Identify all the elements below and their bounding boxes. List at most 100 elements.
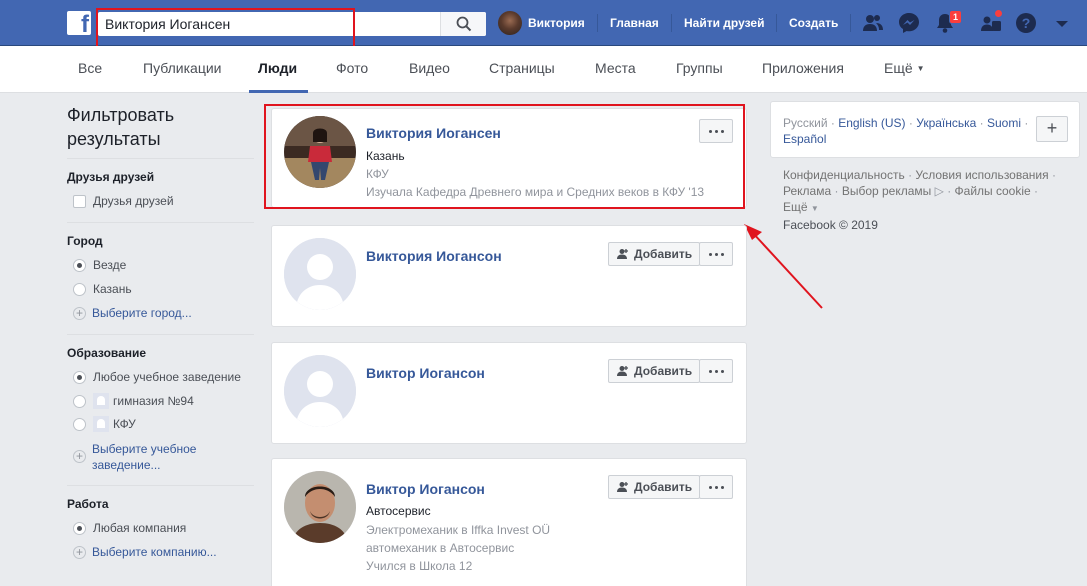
add-friend-button[interactable]: Добавить xyxy=(608,359,700,383)
language-link[interactable]: Українська xyxy=(916,116,976,130)
filter-option-label: КФУ xyxy=(113,417,136,431)
tab-groups[interactable]: Группы xyxy=(676,60,723,76)
chevron-down-icon[interactable] xyxy=(1051,12,1073,34)
tab-all[interactable]: Все xyxy=(78,60,102,76)
nav-home[interactable]: Главная xyxy=(610,16,659,30)
add-friend-label: Добавить xyxy=(634,480,693,494)
ad-choices-icon: ▷ xyxy=(934,184,944,198)
divider xyxy=(597,14,598,32)
filter-option-label: Любое учебное заведение xyxy=(93,370,241,384)
result-avatar[interactable] xyxy=(284,238,356,310)
tab-people[interactable]: Люди xyxy=(258,60,297,76)
result-card: Виктория Иогансон Добавить xyxy=(271,225,747,327)
arrow-annotation-icon xyxy=(744,224,823,309)
filter-section-work: Работа xyxy=(67,497,109,511)
footer-link-ad-choices[interactable]: Выбор рекламы xyxy=(842,184,931,198)
caret-down-icon: ▼ xyxy=(810,204,819,213)
result-name[interactable]: Виктор Иогансон xyxy=(366,365,485,381)
radio[interactable] xyxy=(73,417,86,431)
add-friend-button[interactable]: Добавить xyxy=(608,242,700,266)
filters-title-line2: результаты xyxy=(67,129,161,149)
language-link[interactable]: Suomi xyxy=(987,116,1021,130)
result-name[interactable]: Виктор Иогансон xyxy=(366,481,485,497)
footer-link-privacy[interactable]: Конфиденциальность xyxy=(783,168,905,182)
choose-city-link[interactable]: + Выберите город... xyxy=(73,305,192,321)
radio[interactable] xyxy=(73,282,86,296)
help-icon[interactable]: ? xyxy=(1015,12,1037,34)
radio-selected[interactable] xyxy=(73,521,86,535)
filter-option-city-kazan[interactable]: Казань xyxy=(73,281,132,297)
footer-link-cookies[interactable]: Файлы cookie xyxy=(955,184,1031,198)
more-options-button[interactable] xyxy=(699,475,733,499)
profile-name: Виктория xyxy=(528,16,585,30)
choose-school-link[interactable]: + Выберите учебное заведение... xyxy=(73,441,196,473)
add-friend-button[interactable]: Добавить xyxy=(608,475,700,499)
avatar xyxy=(498,11,522,35)
filter-option-any-company[interactable]: Любая компания xyxy=(73,520,186,536)
profile-link[interactable]: Виктория xyxy=(498,11,585,35)
notification-badge: 1 xyxy=(949,10,963,24)
add-friend-label: Добавить xyxy=(634,247,693,261)
filter-section-city: Город xyxy=(67,234,103,248)
person-photo-icon xyxy=(284,471,356,543)
filter-option-any-school[interactable]: Любое учебное заведение xyxy=(73,369,241,385)
filter-option-city-anywhere[interactable]: Везде xyxy=(73,257,126,273)
language-link[interactable]: English (US) xyxy=(838,116,905,130)
filter-option-friends-of-friends[interactable]: Друзья друзей xyxy=(73,193,174,209)
filter-option-label: Казань xyxy=(93,282,132,296)
tab-posts[interactable]: Публикации xyxy=(143,60,221,76)
language-current: Русский xyxy=(783,116,828,130)
messenger-icon[interactable] xyxy=(898,12,920,34)
result-name[interactable]: Виктория Иогансон xyxy=(366,248,502,264)
search-highlight-box xyxy=(96,8,355,51)
filter-option-label: гимназия №94 xyxy=(113,394,194,408)
search-filter-tabs: Все Публикации Люди Фото Видео Страницы … xyxy=(0,46,1087,93)
divider xyxy=(67,158,254,159)
choose-school-label: Выберите учебное заведение... xyxy=(92,441,196,473)
choose-company-label: Выберите компанию... xyxy=(92,545,217,559)
facebook-logo-icon[interactable]: f xyxy=(67,11,91,35)
divider xyxy=(67,485,254,486)
language-link[interactable]: Español xyxy=(783,132,826,146)
footer-link-ads[interactable]: Реклама xyxy=(783,184,831,198)
result-avatar[interactable] xyxy=(284,355,356,427)
choose-company-link[interactable]: + Выберите компанию... xyxy=(73,544,217,560)
filter-option-school-94[interactable]: гимназия №94 xyxy=(73,393,194,409)
radio-selected[interactable] xyxy=(73,370,86,384)
checkbox[interactable] xyxy=(73,194,86,208)
language-box: Русский · English (US) · Українська · Su… xyxy=(770,101,1080,158)
result-card: Виктор Иогансон Добавить xyxy=(271,342,747,444)
radio[interactable] xyxy=(73,394,86,408)
filters-title-line1: Фильтровать xyxy=(67,105,175,125)
tab-pages[interactable]: Страницы xyxy=(489,60,555,76)
add-friend-icon xyxy=(617,366,628,376)
add-friend-icon xyxy=(617,482,628,492)
more-options-button[interactable] xyxy=(699,242,733,266)
tab-places[interactable]: Места xyxy=(595,60,636,76)
choose-school-line1: Выберите учебное xyxy=(92,442,197,456)
friend-requests-icon[interactable] xyxy=(862,12,884,34)
plus-icon: + xyxy=(73,306,86,320)
result-education: Учился в Школа 12 xyxy=(366,559,473,573)
filter-section-education: Образование xyxy=(67,346,147,360)
radio-selected[interactable] xyxy=(73,258,86,272)
tab-videos[interactable]: Видео xyxy=(409,60,450,76)
tab-more[interactable]: Ещё ▼ xyxy=(884,60,925,76)
tab-photos[interactable]: Фото xyxy=(336,60,368,76)
footer-links: Конфиденциальность · Условия использован… xyxy=(783,168,1056,232)
more-languages-button[interactable]: + xyxy=(1036,116,1068,142)
filter-option-label: Друзья друзей xyxy=(93,194,174,208)
footer-link-terms[interactable]: Условия использования xyxy=(915,168,1048,182)
footer-link-more[interactable]: Ещё xyxy=(783,200,808,214)
search-icon xyxy=(456,16,472,32)
default-avatar-icon xyxy=(284,238,356,310)
filter-option-kfu[interactable]: КФУ xyxy=(73,416,136,432)
search-button[interactable] xyxy=(440,12,486,36)
svg-text:?: ? xyxy=(1022,15,1031,31)
nav-create[interactable]: Создать xyxy=(789,16,838,30)
nav-find-friends[interactable]: Найти друзей xyxy=(684,16,764,30)
more-options-button[interactable] xyxy=(699,359,733,383)
choose-city-label: Выберите город... xyxy=(92,306,192,320)
tab-apps[interactable]: Приложения xyxy=(762,60,844,76)
result-avatar[interactable] xyxy=(284,471,356,543)
